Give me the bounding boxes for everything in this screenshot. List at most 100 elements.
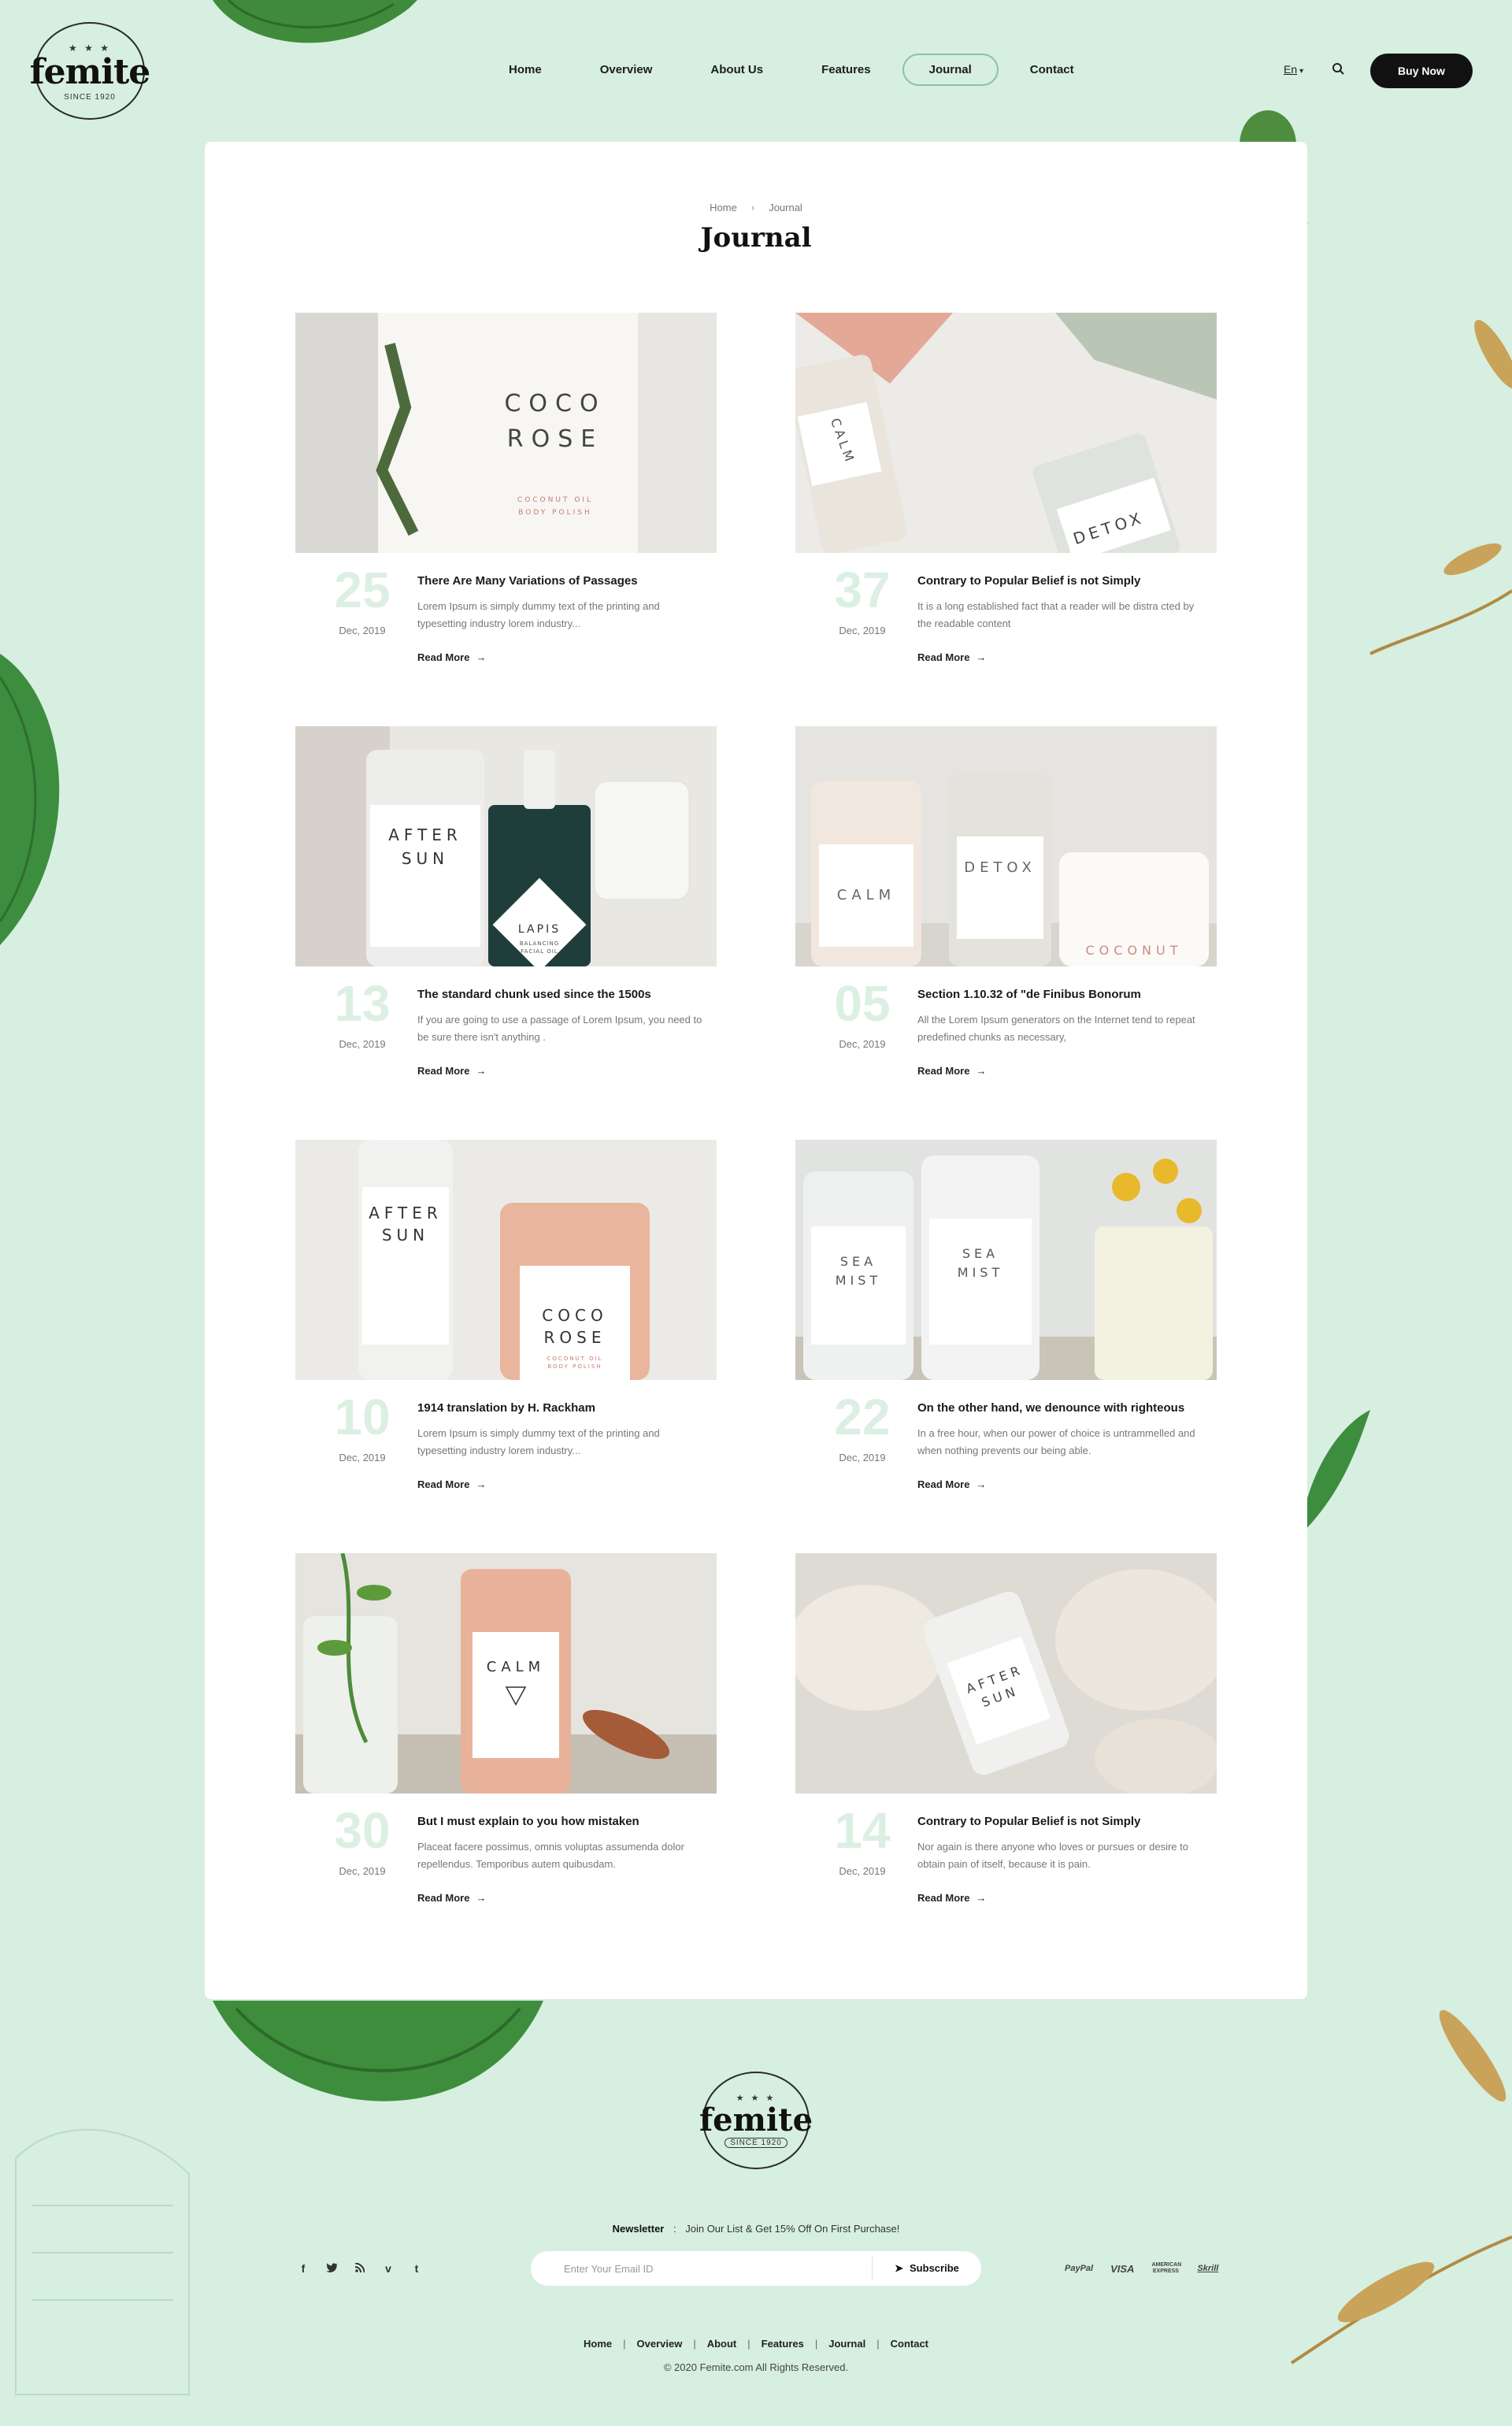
read-more-link[interactable]: Read More → xyxy=(917,1478,986,1490)
footer-link-about[interactable]: About xyxy=(707,2338,737,2350)
svg-text:LAPIS: LAPIS xyxy=(518,923,561,936)
post-day: 14 xyxy=(834,1802,891,1859)
blog-post: CALM DETOX 37 Dec, 2019 Contrary to Popu… xyxy=(795,313,1217,663)
post-image[interactable]: CALM xyxy=(295,1553,717,1794)
post-day: 25 xyxy=(334,562,391,618)
post-date: Dec, 2019 xyxy=(839,1865,886,1877)
post-image[interactable]: CALM DETOX xyxy=(795,313,1217,553)
social-links: f v t xyxy=(296,2262,424,2275)
svg-text:COCO: COCO xyxy=(504,390,606,417)
svg-text:ROSE: ROSE xyxy=(544,1328,606,1347)
read-more-link[interactable]: Read More → xyxy=(917,651,986,663)
read-more-link[interactable]: Read More → xyxy=(917,1065,986,1077)
read-more-link[interactable]: Read More → xyxy=(917,1892,986,1904)
post-title[interactable]: Contrary to Popular Belief is not Simply xyxy=(917,1815,1217,1828)
post-date: Dec, 2019 xyxy=(339,1865,386,1877)
post-image[interactable]: CALM DETOX COCONUT xyxy=(795,726,1217,966)
breadcrumb-separator: › xyxy=(750,202,755,213)
rss-icon[interactable] xyxy=(353,2262,367,2275)
arrow-right-icon: → xyxy=(976,651,987,663)
post-image[interactable]: AFTER SUN xyxy=(795,1553,1217,1794)
paypal-logo: PayPal xyxy=(1065,2264,1094,2273)
post-image[interactable]: AFTER SUN COCO ROSE COCONUT OIL BODY POL… xyxy=(295,1140,717,1380)
post-title[interactable]: But I must explain to you how mistaken xyxy=(417,1815,717,1828)
svg-text:BODY POLISH: BODY POLISH xyxy=(547,1363,602,1370)
post-title[interactable]: Contrary to Popular Belief is not Simply xyxy=(917,574,1217,588)
post-day: 05 xyxy=(834,975,891,1032)
footer-logo-since: SINCE 1920 xyxy=(724,2138,788,2148)
breadcrumb: Home › Journal xyxy=(205,202,1307,213)
post-day: 22 xyxy=(834,1389,891,1445)
svg-text:DETOX: DETOX xyxy=(964,859,1036,876)
language-selector[interactable]: En ▾ xyxy=(1284,63,1303,76)
footer-separator: | xyxy=(876,2338,880,2350)
newsletter-colon: : xyxy=(673,2223,676,2235)
search-icon xyxy=(1332,63,1344,75)
post-title[interactable]: There Are Many Variations of Passages xyxy=(417,574,717,588)
twitter-icon[interactable] xyxy=(324,2262,339,2275)
logo-since: SINCE 1920 xyxy=(64,92,116,102)
read-more-label: Read More xyxy=(417,1892,470,1904)
post-title[interactable]: 1914 translation by H. Rackham xyxy=(417,1401,717,1415)
post-image[interactable]: COCO ROSE COCONUT OIL BODY POLISH xyxy=(295,313,717,553)
subscribe-label: Subscribe xyxy=(910,2262,959,2274)
blog-post: SEA MIST SEA MIST 22 Dec, 2019 On the ot… xyxy=(795,1140,1217,1490)
post-excerpt: Nor again is there anyone who loves or p… xyxy=(917,1841,1188,1870)
nav-contact[interactable]: Contact xyxy=(1003,54,1101,86)
arrow-right-icon: → xyxy=(476,1065,487,1077)
breadcrumb-current: Journal xyxy=(769,202,802,213)
blog-post: AFTER SUN 14 Dec, 2019 Contrary to Popul… xyxy=(795,1553,1217,1904)
svg-text:MIST: MIST xyxy=(836,1273,881,1288)
search-button[interactable] xyxy=(1331,61,1347,77)
subscribe-button[interactable]: ➤ Subscribe xyxy=(873,2251,981,2286)
footer-logo-wordmark: femite xyxy=(699,2101,813,2139)
arrow-right-icon: → xyxy=(976,1892,987,1904)
read-more-link[interactable]: Read More → xyxy=(417,1892,486,1904)
arrow-right-icon: → xyxy=(976,1065,987,1077)
vimeo-icon[interactable]: v xyxy=(381,2262,395,2275)
breadcrumb-home[interactable]: Home xyxy=(710,202,737,213)
post-date: Dec, 2019 xyxy=(839,1452,886,1463)
post-date: Dec, 2019 xyxy=(339,1038,386,1050)
main-nav: Home Overview About Us Features Journal … xyxy=(482,54,1106,86)
read-more-link[interactable]: Read More → xyxy=(417,1478,486,1490)
footer-link-contact[interactable]: Contact xyxy=(891,2338,928,2350)
nav-overview[interactable]: Overview xyxy=(573,54,680,86)
tumblr-icon[interactable]: t xyxy=(410,2262,424,2275)
nav-features[interactable]: Features xyxy=(795,54,898,86)
read-more-link[interactable]: Read More → xyxy=(417,1065,486,1077)
svg-text:SEA: SEA xyxy=(962,1246,999,1261)
read-more-link[interactable]: Read More → xyxy=(417,651,486,663)
post-date: Dec, 2019 xyxy=(839,625,886,636)
post-title[interactable]: The standard chunk used since the 1500s xyxy=(417,988,717,1001)
post-image[interactable]: SEA MIST SEA MIST xyxy=(795,1140,1217,1380)
wheat-bottom-decoration xyxy=(1276,1985,1512,2426)
post-excerpt: All the Lorem Ipsum generators on the In… xyxy=(917,1014,1195,1043)
header-logo[interactable]: ★ ★ ★ femite SINCE 1920 xyxy=(30,22,150,120)
post-title[interactable]: Section 1.10.32 of "de Finibus Bonorum xyxy=(917,988,1217,1001)
footer-link-overview[interactable]: Overview xyxy=(637,2338,683,2350)
skrill-logo: Skrill xyxy=(1197,2264,1219,2273)
post-title[interactable]: On the other hand, we denounce with righ… xyxy=(917,1401,1217,1415)
svg-text:AFTER: AFTER xyxy=(369,1204,443,1222)
post-image[interactable]: AFTER SUN LAPIS BALANCING FACIAL OIL xyxy=(295,726,717,966)
svg-text:CALM: CALM xyxy=(837,887,895,903)
buy-now-button[interactable]: Buy Now xyxy=(1370,54,1473,88)
email-input[interactable] xyxy=(531,2251,872,2286)
nav-home[interactable]: Home xyxy=(482,54,569,86)
facebook-icon[interactable]: f xyxy=(296,2262,310,2275)
arrow-right-icon: → xyxy=(976,1478,987,1490)
post-day: 10 xyxy=(334,1389,391,1445)
nav-journal[interactable]: Journal xyxy=(902,54,999,86)
footer-link-journal[interactable]: Journal xyxy=(828,2338,865,2350)
post-excerpt: Lorem Ipsum is simply dummy text of the … xyxy=(417,600,660,629)
footer-logo[interactable]: ★ ★ ★ femite SINCE 1920 xyxy=(699,2072,813,2169)
read-more-label: Read More xyxy=(917,1892,970,1904)
footer-separator: | xyxy=(693,2338,696,2350)
read-more-label: Read More xyxy=(417,1065,470,1077)
footer-link-home[interactable]: Home xyxy=(584,2338,612,2350)
nav-about-us[interactable]: About Us xyxy=(684,54,790,86)
arrow-right-icon: → xyxy=(476,1478,487,1490)
footer-link-features[interactable]: Features xyxy=(762,2338,804,2350)
post-excerpt: Placeat facere possimus, omnis voluptas … xyxy=(417,1841,684,1870)
